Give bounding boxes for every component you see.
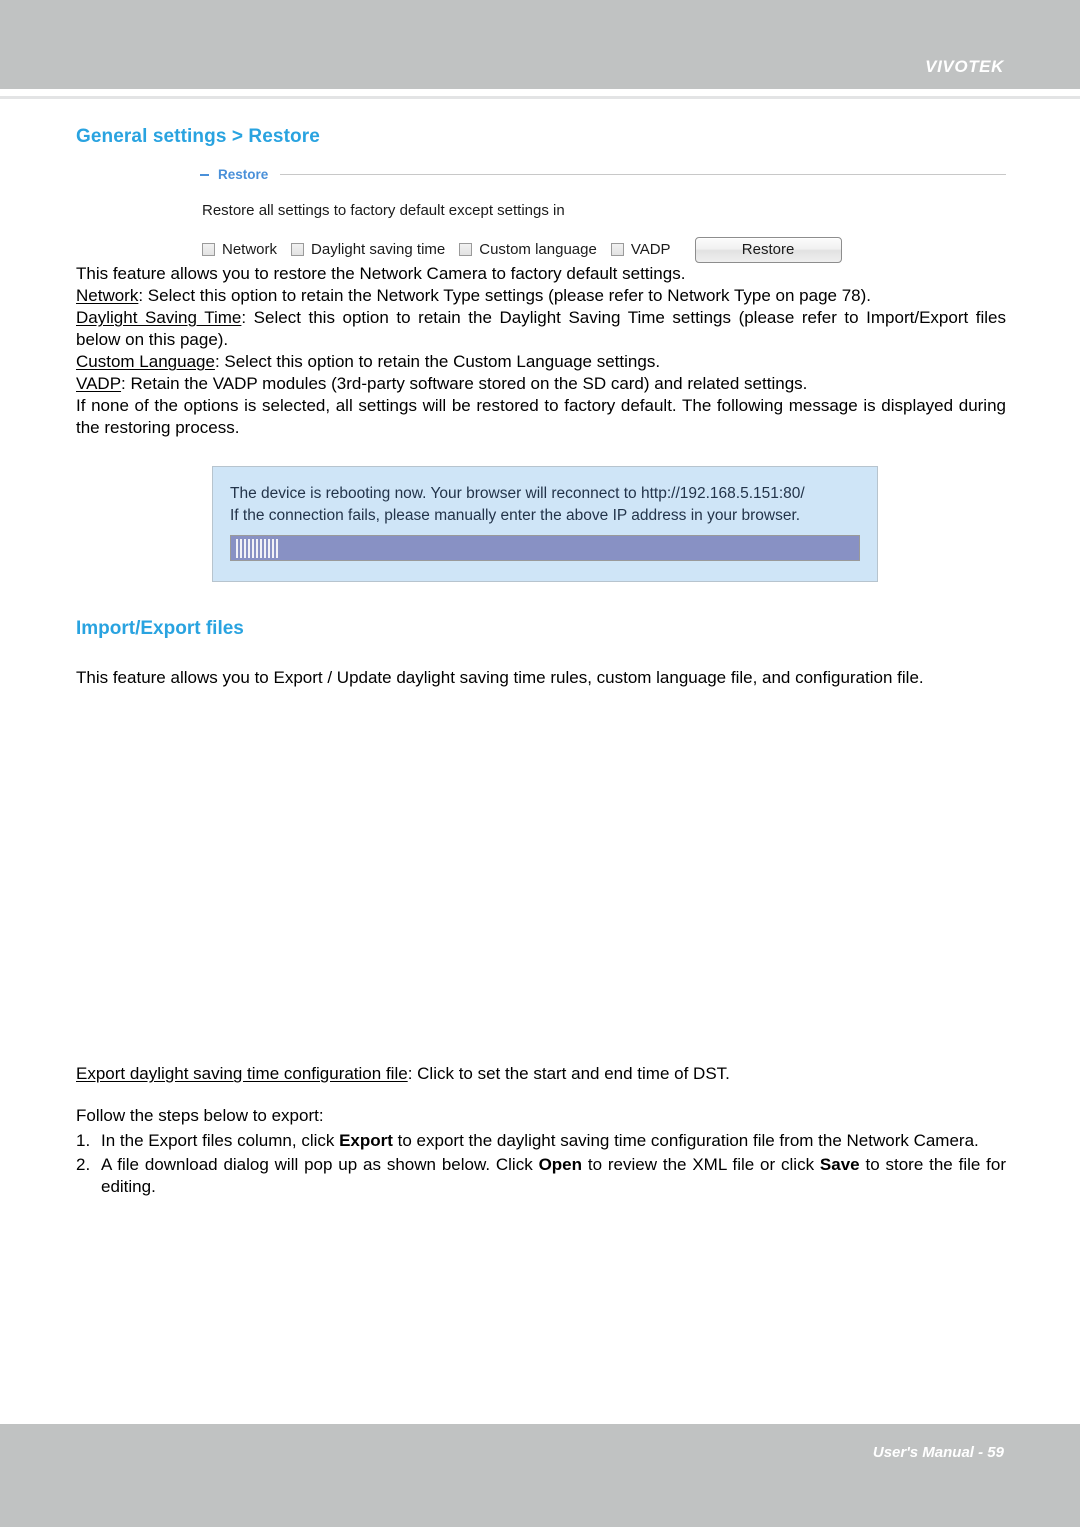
paragraph-custom-language: Custom Language: Select this option to r… — [76, 351, 1006, 373]
paragraph-daylight-saving-time: Daylight Saving Time: Select this option… — [76, 307, 1006, 351]
paragraph-intro: This feature allows you to restore the N… — [76, 263, 686, 283]
collapse-minus-icon[interactable] — [200, 173, 209, 176]
restore-button[interactable]: Restore — [694, 236, 842, 263]
checkbox-vadp-label: VADP — [630, 241, 671, 259]
legend-horizontal-rule — [280, 174, 1006, 176]
reboot-message-line-2: If the connection fails, please manually… — [230, 507, 801, 525]
paragraph-vadp: VADP: Retain the VADP modules (3rd-party… — [76, 373, 1006, 395]
list-item: 2. A file download dialog will pop up as… — [76, 1154, 1006, 1198]
paragraph-none-selected: If none of the options is selected, all … — [76, 396, 1006, 438]
step-2-mid: to review the XML file or click — [582, 1154, 820, 1174]
checkbox-custom-language[interactable]: Custom language — [459, 242, 597, 257]
term-network: Network — [76, 285, 139, 305]
reboot-dialog: The device is rebooting now. Your browse… — [212, 465, 878, 583]
restore-settings-panel: Restore Restore all settings to factory … — [200, 166, 1006, 263]
step-1-bold-export: Export — [339, 1130, 393, 1150]
step-2-bold-open: Open — [538, 1154, 583, 1174]
restore-fieldset-legend: Restore — [200, 166, 1006, 184]
term-export-dst-file: Export daylight saving time configuratio… — [76, 1064, 408, 1084]
step-number: 1. — [76, 1130, 91, 1150]
progress-bar-fill — [236, 539, 278, 559]
header-divider-rule — [0, 96, 1080, 99]
checkbox-box-icon[interactable] — [459, 243, 473, 257]
term-vadp-text: : Retain the VADP modules (3rd-party sof… — [121, 374, 808, 394]
checkbox-box-icon[interactable] — [610, 243, 624, 257]
term-network-text: : Select this option to retain the Netwo… — [138, 285, 872, 305]
paragraph-export-dst: Export daylight saving time configuratio… — [76, 1063, 1006, 1085]
restore-description: Restore all settings to factory default … — [202, 201, 565, 219]
term-custom-language: Custom Language — [76, 352, 215, 372]
checkbox-vadp[interactable]: VADP — [610, 241, 671, 259]
step-number: 2. — [76, 1154, 91, 1174]
step-2-pre: A file download dialog will pop up as sh… — [101, 1154, 539, 1174]
restore-options-row: Network Daylight saving time Custom lang… — [202, 236, 1006, 263]
export-steps-list: 1. In the Export files column, click Exp… — [76, 1130, 1006, 1198]
term-vadp: VADP — [76, 374, 122, 394]
step-1-post: to export the daylight saving time confi… — [392, 1130, 979, 1150]
restore-legend-label: Restore — [218, 167, 269, 183]
follow-steps-label: Follow the steps below to export: — [76, 1106, 324, 1126]
checkbox-daylight-saving-time-label: Daylight saving time — [311, 241, 446, 259]
vivotek-logo: VIVOTEK — [925, 57, 1004, 76]
checkbox-network-label: Network — [222, 241, 278, 259]
term-daylight-saving-time: Daylight Saving Time — [76, 307, 242, 327]
step-2-bold-save: Save — [819, 1154, 860, 1174]
section-title-import-export: Import/Export files — [76, 618, 244, 640]
list-item: 1. In the Export files column, click Exp… — [76, 1130, 1006, 1152]
paragraph-network: Network: Select this option to retain th… — [76, 285, 1006, 307]
checkbox-daylight-saving-time[interactable]: Daylight saving time — [291, 242, 445, 257]
page-footer-band — [0, 1424, 1080, 1527]
term-custom-language-text: : Select this option to retain the Custo… — [214, 352, 661, 372]
term-export-dst-text: : Click to set the start and end time of… — [407, 1064, 730, 1084]
page-title: General settings > Restore — [76, 126, 320, 147]
page-content: General settings > Restore Restore Resto… — [76, 126, 1006, 1198]
page-header-band: VIVOTEK — [0, 0, 1080, 89]
reboot-dialog-wrapper: The device is rebooting now. Your browse… — [212, 465, 1006, 583]
step-text: In the Export files column, click Export… — [101, 1130, 1006, 1152]
step-1-pre: In the Export files column, click — [101, 1130, 340, 1150]
checkbox-box-icon[interactable] — [291, 243, 305, 257]
checkbox-custom-language-label: Custom language — [479, 241, 597, 259]
paragraph-import-export-description: This feature allows you to Export / Upda… — [76, 668, 924, 688]
step-text: A file download dialog will pop up as sh… — [101, 1154, 1006, 1198]
checkbox-box-icon[interactable] — [202, 243, 215, 257]
footer-page-label: User's Manual - 59 — [872, 1444, 1004, 1461]
checkbox-network[interactable]: Network — [202, 242, 277, 257]
reboot-message-line-1: The device is rebooting now. Your browse… — [230, 484, 805, 502]
reboot-progress-bar — [230, 535, 860, 562]
